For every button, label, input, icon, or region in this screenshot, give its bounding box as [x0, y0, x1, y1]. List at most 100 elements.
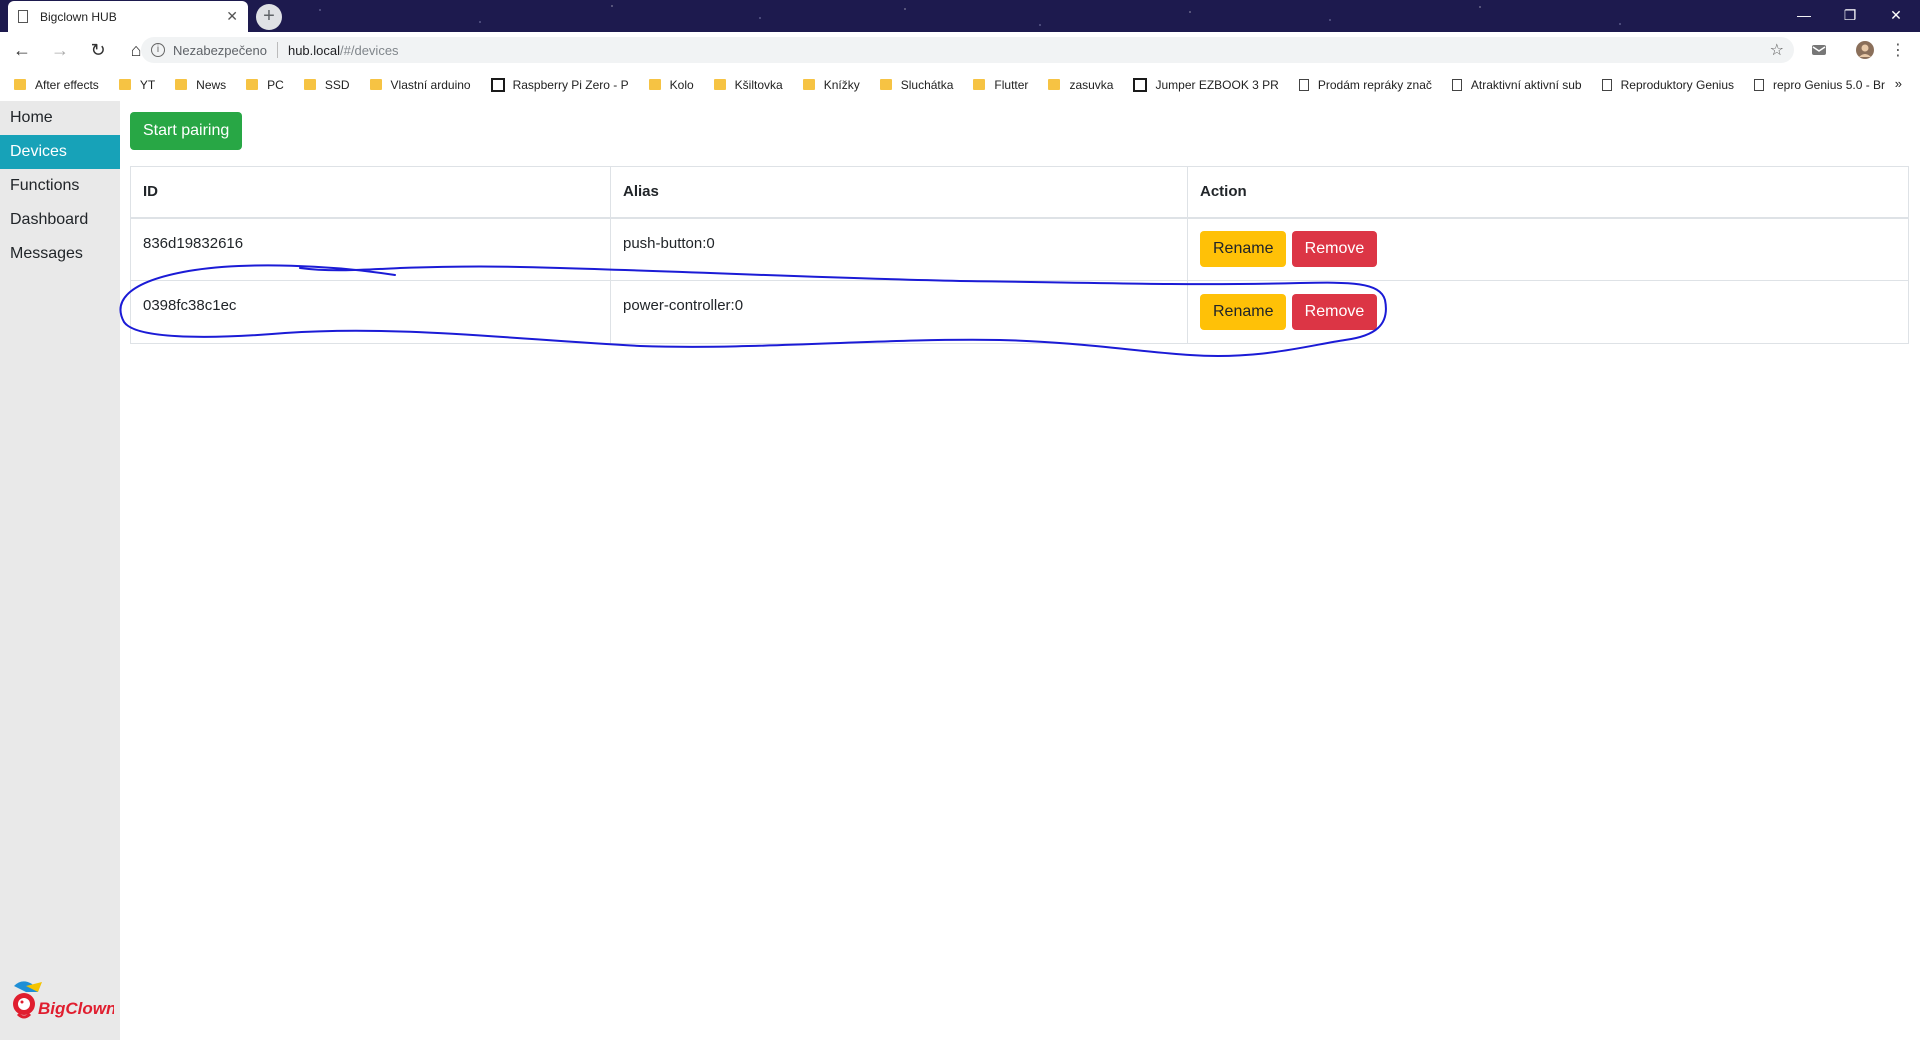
- sidebar-item-home[interactable]: Home: [0, 101, 120, 135]
- bigclown-logo: BigClown: [13, 981, 114, 1019]
- page-icon: [1754, 78, 1764, 91]
- page-icon: [18, 10, 28, 23]
- bookmark-label: Reproduktory Genius: [1620, 77, 1734, 92]
- window-close-icon[interactable]: ✕: [1876, 4, 1916, 26]
- sidebar: Home Devices Functions Dashboard Message…: [0, 101, 120, 1040]
- svg-text:BigClown: BigClown: [38, 999, 114, 1018]
- device-actions: Rename Remove: [1187, 217, 1909, 281]
- bookmark-label: News: [196, 77, 227, 92]
- start-pairing-button[interactable]: Start pairing: [130, 112, 243, 150]
- device-alias: push-button:0: [610, 217, 1188, 281]
- folder-icon: [973, 79, 986, 90]
- toolbar: ← → ↻ ⌂ i Nezabezpečeno hub.local /#/dev…: [0, 32, 1920, 68]
- devices-table: ID Alias Action 836d19832616 push-button…: [130, 166, 1909, 344]
- bookmark-label: Flutter: [994, 77, 1029, 92]
- bookmark-item[interactable]: News: [175, 78, 226, 92]
- address-divider: [276, 42, 278, 58]
- back-icon[interactable]: ←: [6, 40, 38, 61]
- extension-icon[interactable]: [1810, 41, 1828, 59]
- sidebar-item-dashboard[interactable]: Dashboard: [0, 203, 120, 237]
- bookmark-item[interactable]: Flutter: [973, 78, 1028, 92]
- folder-icon: [802, 79, 815, 90]
- bookmark-item[interactable]: repro Genius 5.0 - Br: [1754, 78, 1885, 92]
- restore-icon[interactable]: ❐: [1830, 4, 1870, 26]
- bookmark-label: Kšiltovka: [734, 77, 783, 92]
- bookmark-label: Knížky: [823, 77, 860, 92]
- device-id: 836d19832616: [130, 217, 611, 281]
- device-id: 0398fc38c1ec: [130, 280, 611, 344]
- folder-icon: [648, 79, 661, 90]
- bookmark-label: repro Genius 5.0 - Br: [1773, 77, 1886, 92]
- bookmark-label: Raspberry Pi Zero - P: [512, 77, 629, 92]
- forward-icon[interactable]: →: [44, 40, 76, 61]
- column-header-alias: Alias: [610, 166, 1188, 219]
- folder-icon: [879, 79, 892, 90]
- site-icon: [1133, 77, 1148, 92]
- rename-button[interactable]: Rename: [1200, 231, 1287, 268]
- tab-title: Bigclown HUB: [40, 9, 117, 24]
- page-icon: [1298, 78, 1309, 91]
- bookmark-item[interactable]: Raspberry Pi Zero - P: [490, 77, 629, 92]
- folder-icon: [369, 79, 382, 90]
- bookmark-item[interactable]: Sluchátka: [879, 77, 954, 92]
- remove-button[interactable]: Remove: [1291, 294, 1378, 330]
- bookmark-label: SSD: [324, 77, 350, 92]
- info-icon[interactable]: i: [151, 43, 165, 57]
- bookmark-item[interactable]: YT: [118, 77, 156, 92]
- hand-drawn-annotation: [119, 264, 1387, 357]
- bookmark-item[interactable]: Vlastní arduino: [369, 78, 471, 92]
- bookmark-label: Atraktivní aktivní sub: [1470, 77, 1582, 92]
- bookmark-item[interactable]: Kšiltovka: [713, 77, 783, 92]
- folder-icon: [303, 79, 316, 90]
- bookmark-item[interactable]: Reproduktory Genius: [1601, 77, 1734, 92]
- sidebar-item-functions[interactable]: Functions: [0, 169, 120, 203]
- bookmark-item[interactable]: After effects: [14, 78, 99, 92]
- table-header-row: ID Alias Action: [130, 166, 1909, 219]
- bookmark-label: YT: [139, 77, 156, 92]
- minimize-icon[interactable]: —: [1784, 4, 1824, 26]
- bookmark-label: zasuvka: [1069, 77, 1114, 92]
- table-row: 0398fc38c1ec power-controller:0 Rename R…: [130, 280, 1909, 344]
- bookmark-item[interactable]: SSD: [303, 77, 350, 92]
- bookmark-label: Prodám repráky znač: [1317, 77, 1432, 92]
- bookmark-item[interactable]: PC: [246, 78, 284, 92]
- bookmark-label: Jumper EZBOOK 3 PR: [1155, 77, 1279, 92]
- profile-avatar[interactable]: [1856, 41, 1874, 59]
- bookmark-item[interactable]: zasuvka: [1048, 78, 1113, 92]
- folder-icon: [246, 79, 259, 90]
- bookmarks-bar: After effects YT News PC SSD Vlastní arduino R…: [0, 68, 1920, 101]
- bookmark-item[interactable]: Knížky: [802, 77, 860, 92]
- page-icon: [1601, 78, 1612, 91]
- menu-icon[interactable]: ⋮: [1890, 40, 1906, 60]
- remove-button[interactable]: Remove: [1291, 231, 1378, 268]
- address-bar[interactable]: i Nezabezpečeno hub.local /#/devices ☆: [141, 37, 1794, 63]
- bookmark-label: Sluchátka: [900, 77, 954, 92]
- security-label: Nezabezpečeno: [173, 42, 267, 58]
- table-row: 836d19832616 push-button:0 Rename Remove: [130, 217, 1909, 281]
- device-actions: Rename Remove: [1187, 280, 1909, 344]
- new-tab-icon[interactable]: +: [256, 4, 282, 30]
- bookmarks-overflow-icon[interactable]: »: [1895, 76, 1902, 91]
- rename-button[interactable]: Rename: [1200, 294, 1287, 330]
- address-host: hub.local: [287, 42, 341, 58]
- main-content: Start pairing ID Alias Action 836d198326…: [130, 112, 1910, 344]
- device-alias: power-controller:0: [610, 280, 1188, 344]
- bookmark-item[interactable]: Prodám repráky znač: [1298, 77, 1432, 92]
- bookmark-item[interactable]: Jumper EZBOOK 3 PR: [1133, 77, 1279, 92]
- sidebar-item-devices[interactable]: Devices: [0, 135, 120, 169]
- reload-icon[interactable]: ↻: [82, 40, 114, 61]
- sidebar-item-messages[interactable]: Messages: [0, 237, 120, 271]
- bookmark-label: PC: [267, 77, 284, 92]
- site-icon: [490, 77, 505, 92]
- bookmark-item[interactable]: Kolo: [648, 77, 694, 92]
- browser-chrome: Bigclown HUB ✕ + — ❐ ✕ ← → ↻ ⌂ i Nezabez…: [0, 0, 1920, 101]
- bookmark-star-icon[interactable]: ☆: [1770, 40, 1784, 60]
- bookmark-item[interactable]: Atraktivní aktivní sub: [1451, 77, 1582, 92]
- folder-icon: [14, 79, 26, 90]
- folder-icon: [175, 79, 188, 90]
- tab-close-icon[interactable]: ✕: [226, 8, 238, 25]
- browser-tab[interactable]: Bigclown HUB ✕: [8, 1, 248, 32]
- bookmark-label: Kolo: [669, 77, 694, 92]
- address-path: /#/devices: [340, 42, 399, 58]
- folder-icon: [118, 79, 131, 90]
